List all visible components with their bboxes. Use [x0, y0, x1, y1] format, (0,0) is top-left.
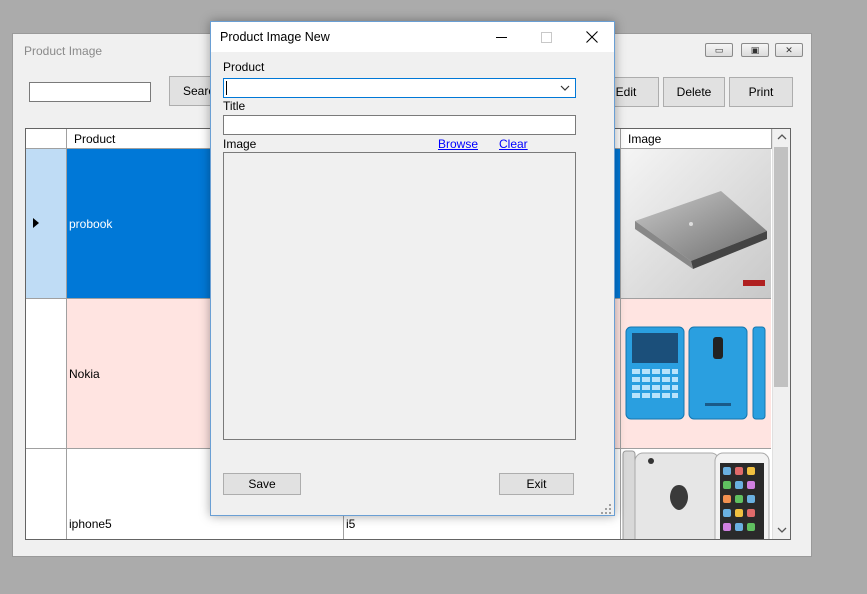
- title-label: Title: [223, 99, 246, 113]
- text-caret: [226, 81, 227, 95]
- iphone-image[interactable]: [621, 449, 771, 539]
- title-input[interactable]: [223, 115, 576, 135]
- phone-image[interactable]: [621, 299, 771, 449]
- print-button[interactable]: Print: [729, 77, 793, 107]
- row-pointer-icon: [33, 218, 39, 228]
- close-icon[interactable]: ✕: [775, 43, 803, 57]
- exit-button[interactable]: Exit: [499, 473, 574, 495]
- dialog-title: Product Image New: [220, 30, 330, 44]
- maximize-icon: [524, 22, 569, 52]
- chevron-down-icon[interactable]: [558, 82, 572, 94]
- row-header[interactable]: [26, 149, 67, 299]
- browse-link[interactable]: Browse: [438, 137, 478, 151]
- row-header[interactable]: [26, 449, 67, 539]
- product-label: Product: [223, 60, 265, 74]
- minimize-icon[interactable]: [479, 22, 524, 52]
- resize-grip-icon[interactable]: [600, 503, 612, 515]
- main-window-title: Product Image: [24, 44, 103, 58]
- minimize-icon[interactable]: ▭: [705, 43, 733, 57]
- save-button[interactable]: Save: [223, 473, 301, 495]
- product-image-dialog: Product Image New Product Title Image Br…: [210, 21, 615, 516]
- column-header-image[interactable]: Image: [621, 129, 772, 149]
- product-combobox[interactable]: [223, 78, 576, 98]
- grid-corner-header: [26, 129, 67, 149]
- restore-icon[interactable]: ▣: [741, 43, 769, 57]
- vertical-scrollbar[interactable]: [772, 129, 790, 539]
- image-label: Image: [223, 137, 257, 151]
- search-input[interactable]: [29, 82, 151, 102]
- close-icon[interactable]: [569, 22, 614, 52]
- laptop-image[interactable]: [621, 149, 771, 299]
- delete-button[interactable]: Delete: [663, 77, 725, 107]
- dialog-titlebar: Product Image New: [211, 22, 614, 52]
- image-preview-box[interactable]: [223, 152, 576, 440]
- clear-link[interactable]: Clear: [499, 137, 528, 151]
- scroll-down-icon[interactable]: [777, 527, 787, 533]
- row-header[interactable]: [26, 299, 67, 449]
- scrollbar-thumb[interactable]: [774, 147, 788, 387]
- scroll-up-icon[interactable]: [777, 134, 787, 140]
